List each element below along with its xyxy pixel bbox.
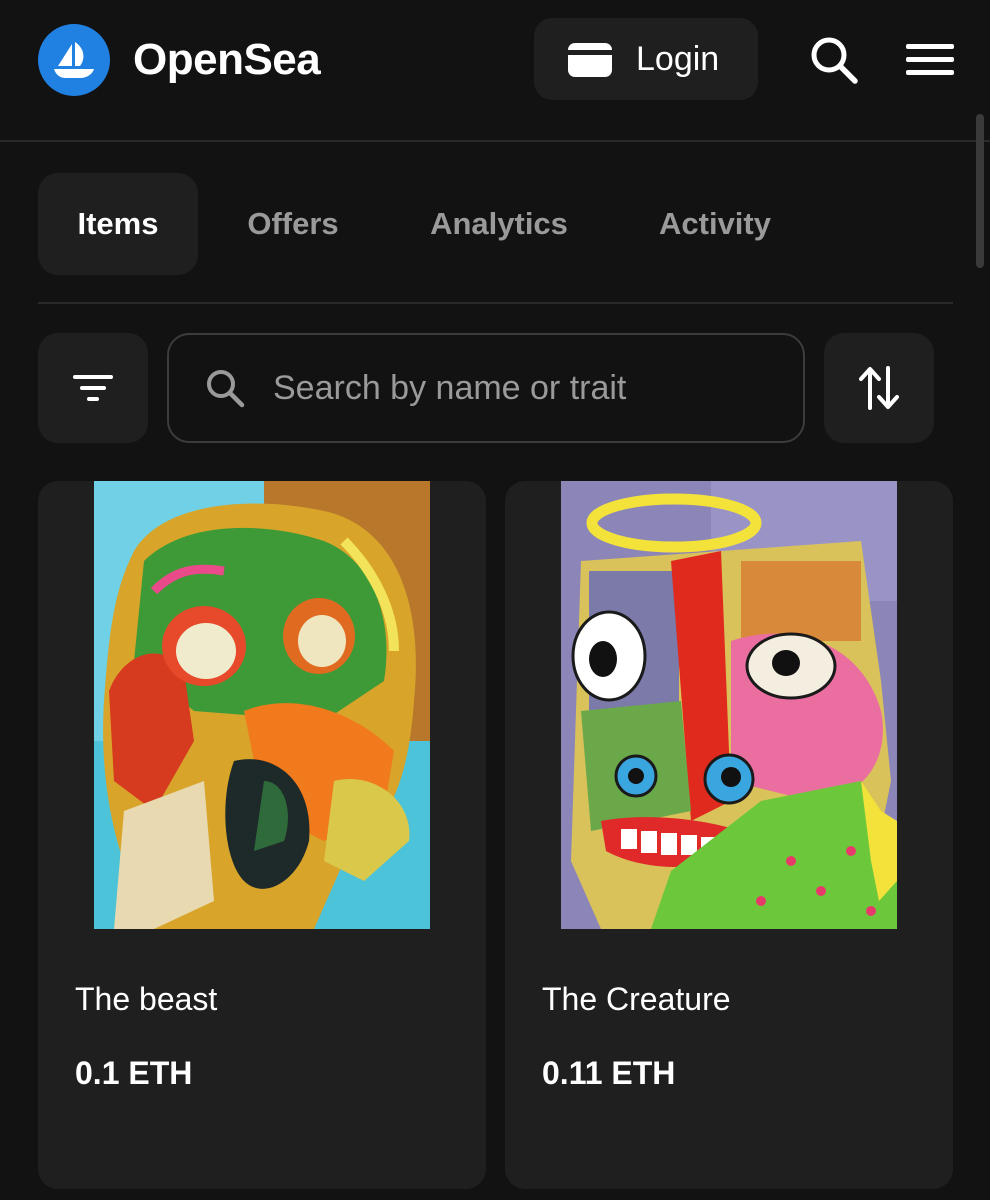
trait-search-field[interactable] — [167, 333, 805, 443]
tabs-divider — [38, 302, 953, 304]
wallet-icon — [566, 39, 614, 79]
sort-button[interactable] — [824, 333, 934, 443]
hamburger-menu-icon[interactable] — [900, 34, 960, 86]
tab-analytics[interactable]: Analytics — [408, 173, 590, 275]
item-name[interactable]: The beast — [75, 979, 217, 1019]
brand-name[interactable]: OpenSea — [133, 34, 321, 86]
tab-activity[interactable]: Activity — [636, 173, 794, 275]
item-card[interactable]: The Creature 0.11 ETH — [505, 481, 953, 1189]
sort-arrows-icon — [859, 366, 899, 410]
tab-items[interactable]: Items — [38, 173, 198, 275]
filter-button[interactable] — [38, 333, 148, 443]
item-name[interactable]: The Creature — [542, 979, 731, 1019]
search-icon[interactable] — [806, 32, 862, 88]
filter-lines-icon — [73, 375, 113, 401]
opensea-logo-icon[interactable] — [38, 24, 110, 96]
search-icon — [203, 366, 247, 410]
item-artwork[interactable] — [561, 481, 897, 929]
item-artwork[interactable] — [94, 481, 430, 929]
item-card[interactable]: The beast 0.1 ETH — [38, 481, 486, 1189]
collection-tabs: Items Offers Analytics Activity — [38, 173, 953, 275]
tab-offers[interactable]: Offers — [223, 173, 363, 275]
page-scrollbar[interactable] — [976, 114, 984, 268]
login-button[interactable]: Login — [534, 18, 758, 100]
top-header: OpenSea Login — [0, 0, 990, 142]
login-label: Login — [636, 40, 720, 78]
search-input[interactable] — [273, 368, 773, 408]
item-price: 0.11 ETH — [542, 1055, 676, 1091]
opensea-collection-page: OpenSea Login Items Offers Analytics Act… — [0, 0, 990, 1200]
item-price: 0.1 ETH — [75, 1055, 193, 1091]
